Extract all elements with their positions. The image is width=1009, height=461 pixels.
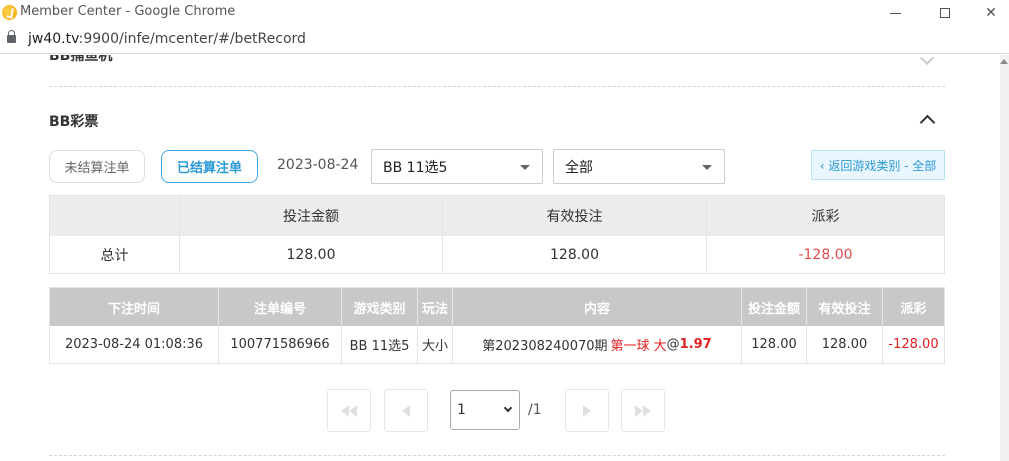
page-select[interactable]: 1 — [450, 390, 520, 430]
caret-down-icon — [702, 165, 712, 170]
type-select[interactable]: 全部 — [553, 149, 725, 184]
summary-header-payout: 派彩 — [811, 209, 840, 225]
column-header-game: 游戏类别 — [342, 288, 418, 326]
next-page-button[interactable] — [565, 389, 609, 432]
url-text[interactable]: jw40.tv:9900/infe/mcenter/#/betRecord — [28, 31, 306, 47]
scroll-up-icon[interactable] — [1000, 59, 1008, 64]
date-picker[interactable]: 2023-08-24 — [277, 157, 358, 173]
section-divider — [49, 86, 945, 87]
type-select-value: 全部 — [565, 159, 593, 176]
column-header-valid-bet: 有效投注 — [807, 288, 883, 326]
bet-record-table: 下注时间 注单编号 游戏类别 玩法 内容 投注金额 有效投注 派彩 2023-0… — [49, 287, 945, 364]
first-page-icon — [341, 404, 349, 417]
close-icon: ✕ — [985, 5, 997, 21]
maximize-button[interactable] — [922, 0, 968, 26]
game-select-value: BB 11选5 — [383, 159, 448, 176]
total-pages: /1 — [528, 402, 542, 418]
column-header-payout: 派彩 — [900, 301, 927, 317]
previous-section-title[interactable]: BB捕鱼机 — [49, 55, 112, 65]
section-divider — [49, 455, 945, 456]
prev-page-icon — [402, 404, 410, 417]
page-select-value: 1 — [457, 402, 466, 418]
prev-page-button[interactable] — [384, 389, 428, 432]
cell-game: BB 11选5 — [342, 326, 418, 363]
address-bar[interactable]: jw40.tv:9900/infe/mcenter/#/betRecord — [0, 26, 1009, 54]
page-content: BB捕鱼机 BB彩票 未结算注单 已结算注单 2023-08-24 BB 11选… — [0, 55, 1009, 461]
summary-valid-bet: 128.00 — [443, 236, 707, 273]
cell-time: 2023-08-24 01:08:36 — [50, 326, 219, 363]
maximize-icon — [940, 8, 950, 18]
summary-payout: -128.00 — [798, 246, 853, 263]
cell-payout: -128.00 — [888, 337, 939, 352]
chevron-down-icon[interactable] — [919, 55, 935, 66]
first-page-button[interactable] — [327, 389, 371, 432]
app-icon — [2, 5, 17, 20]
column-header-play: 玩法 — [418, 288, 453, 326]
cell-play: 大小 — [418, 326, 453, 363]
last-page-button[interactable] — [621, 389, 665, 432]
back-to-categories-button[interactable]: ‹ 返回游戏类别 - 全部 — [811, 150, 945, 180]
cell-valid-bet: 128.00 — [807, 326, 883, 363]
summary-table: 投注金额 有效投注 派彩 总计 128.00 128.00 -128.00 — [49, 195, 945, 274]
column-header-bet-id: 注单编号 — [219, 288, 342, 326]
game-select[interactable]: BB 11选5 — [371, 149, 543, 184]
content-at: @ — [666, 337, 680, 352]
next-page-icon — [583, 404, 591, 417]
chevron-up-icon[interactable] — [919, 114, 936, 131]
column-header-time: 下注时间 — [50, 288, 219, 326]
column-header-content: 内容 — [453, 288, 742, 326]
last-page-icon — [635, 404, 643, 417]
minimize-icon — [889, 12, 901, 14]
url-path: :9900/infe/mcenter/#/betRecord — [78, 31, 306, 47]
scrollbar[interactable] — [1000, 55, 1009, 461]
section-title: BB彩票 — [49, 114, 99, 130]
column-header-bet-amount: 投注金额 — [742, 288, 807, 326]
caret-down-icon — [520, 165, 530, 170]
summary-bet-amount: 128.00 — [180, 236, 443, 273]
chevron-down-icon — [503, 403, 513, 413]
summary-header-bet-amount: 投注金额 — [180, 196, 443, 236]
tab-unsettled[interactable]: 未结算注单 — [49, 150, 145, 183]
minimize-button[interactable] — [872, 0, 918, 26]
title-bar: Member Center - Google Chrome ✕ — [0, 0, 1009, 26]
cell-bet-id: 100771586966 — [219, 326, 342, 363]
summary-header-cell — [50, 196, 180, 236]
close-button[interactable]: ✕ — [968, 0, 1009, 26]
content-odds: 1.97 — [679, 337, 712, 352]
content-period: 第202308240070期 — [482, 339, 608, 354]
lock-icon — [7, 30, 16, 43]
content-pick: 第一球 大 — [610, 339, 667, 354]
cell-bet-amount: 128.00 — [742, 326, 807, 363]
cell-content: 第202308240070期 第一球 大 @ 1.97 — [453, 326, 742, 363]
summary-total-label: 总计 — [50, 236, 180, 273]
window-title: Member Center - Google Chrome — [20, 4, 236, 19]
tab-settled[interactable]: 已结算注单 — [161, 150, 258, 183]
summary-header-valid-bet: 有效投注 — [443, 196, 707, 236]
url-host: jw40.tv — [28, 31, 79, 47]
